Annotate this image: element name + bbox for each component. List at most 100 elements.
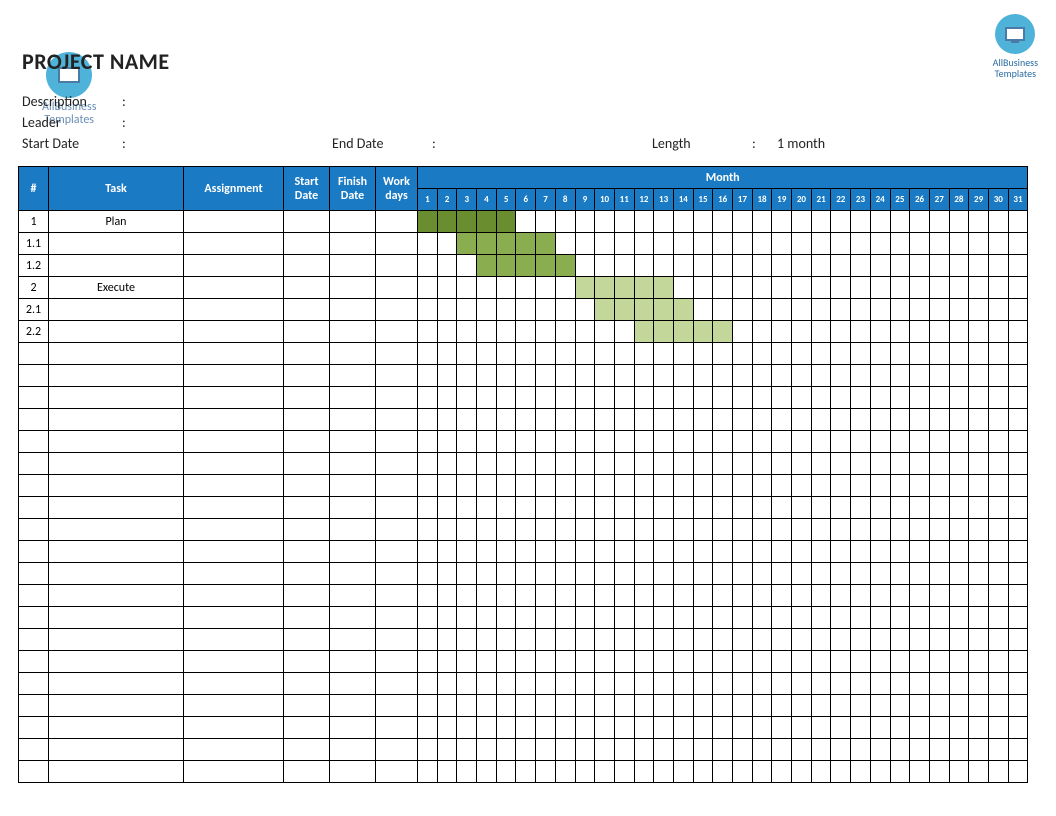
gantt-cell[interactable] <box>673 607 693 629</box>
gantt-cell[interactable] <box>733 343 753 365</box>
gantt-cell[interactable] <box>831 233 851 255</box>
gantt-cell[interactable] <box>988 211 1008 233</box>
gantt-cell[interactable] <box>851 233 871 255</box>
cell-work-days[interactable] <box>376 717 418 739</box>
gantt-cell[interactable] <box>910 673 930 695</box>
cell-num[interactable] <box>19 541 49 563</box>
gantt-cell[interactable] <box>929 321 949 343</box>
cell-num[interactable] <box>19 387 49 409</box>
gantt-cell[interactable] <box>457 343 477 365</box>
gantt-cell[interactable] <box>890 541 910 563</box>
gantt-cell[interactable] <box>733 475 753 497</box>
gantt-cell[interactable] <box>555 409 575 431</box>
gantt-cell[interactable] <box>752 519 772 541</box>
gantt-cell[interactable] <box>929 255 949 277</box>
gantt-cell[interactable] <box>969 431 989 453</box>
gantt-cell[interactable] <box>496 607 516 629</box>
cell-start-date[interactable] <box>284 277 330 299</box>
gantt-cell[interactable] <box>555 673 575 695</box>
gantt-cell[interactable] <box>634 233 654 255</box>
gantt-cell[interactable] <box>536 321 556 343</box>
gantt-cell[interactable] <box>673 277 693 299</box>
cell-start-date[interactable] <box>284 299 330 321</box>
gantt-cell[interactable] <box>851 541 871 563</box>
gantt-cell[interactable] <box>418 739 438 761</box>
gantt-cell[interactable] <box>811 607 831 629</box>
gantt-cell[interactable] <box>673 255 693 277</box>
gantt-cell[interactable] <box>811 695 831 717</box>
gantt-cell[interactable] <box>851 255 871 277</box>
gantt-cell[interactable] <box>457 585 477 607</box>
cell-num[interactable]: 2 <box>19 277 49 299</box>
gantt-cell[interactable] <box>733 233 753 255</box>
gantt-cell[interactable] <box>457 497 477 519</box>
cell-work-days[interactable] <box>376 343 418 365</box>
gantt-cell[interactable] <box>634 277 654 299</box>
gantt-cell[interactable] <box>772 211 792 233</box>
gantt-cell[interactable] <box>949 453 969 475</box>
cell-start-date[interactable] <box>284 453 330 475</box>
cell-work-days[interactable] <box>376 453 418 475</box>
gantt-cell[interactable] <box>969 739 989 761</box>
gantt-cell[interactable] <box>713 761 733 783</box>
gantt-cell[interactable] <box>693 607 713 629</box>
gantt-cell[interactable] <box>831 695 851 717</box>
gantt-cell[interactable] <box>910 233 930 255</box>
gantt-cell[interactable] <box>910 431 930 453</box>
cell-task[interactable] <box>49 365 184 387</box>
gantt-cell[interactable] <box>929 343 949 365</box>
gantt-cell[interactable] <box>772 277 792 299</box>
gantt-cell[interactable] <box>673 739 693 761</box>
gantt-cell[interactable] <box>949 365 969 387</box>
gantt-cell[interactable] <box>910 497 930 519</box>
gantt-cell[interactable] <box>811 321 831 343</box>
gantt-cell[interactable] <box>890 475 910 497</box>
cell-assignment[interactable] <box>184 519 284 541</box>
gantt-cell[interactable] <box>831 343 851 365</box>
gantt-cell[interactable] <box>536 453 556 475</box>
gantt-cell[interactable] <box>555 695 575 717</box>
gantt-cell[interactable] <box>792 299 812 321</box>
gantt-cell[interactable] <box>575 365 595 387</box>
gantt-cell[interactable] <box>516 761 536 783</box>
gantt-cell[interactable] <box>654 541 674 563</box>
cell-assignment[interactable] <box>184 211 284 233</box>
gantt-cell[interactable] <box>988 739 1008 761</box>
gantt-cell[interactable] <box>713 629 733 651</box>
gantt-cell[interactable] <box>851 563 871 585</box>
gantt-cell[interactable] <box>870 453 890 475</box>
cell-work-days[interactable] <box>376 651 418 673</box>
gantt-cell[interactable] <box>418 299 438 321</box>
gantt-cell[interactable] <box>851 409 871 431</box>
gantt-cell[interactable] <box>713 387 733 409</box>
gantt-cell[interactable] <box>890 585 910 607</box>
gantt-cell[interactable] <box>418 585 438 607</box>
gantt-cell[interactable] <box>614 497 634 519</box>
cell-task[interactable] <box>49 629 184 651</box>
gantt-cell[interactable] <box>890 431 910 453</box>
gantt-cell[interactable] <box>831 519 851 541</box>
cell-num[interactable]: 1.2 <box>19 255 49 277</box>
gantt-cell[interactable] <box>851 739 871 761</box>
gantt-cell[interactable] <box>555 233 575 255</box>
gantt-cell[interactable] <box>496 673 516 695</box>
gantt-cell[interactable] <box>988 321 1008 343</box>
gantt-cell[interactable] <box>693 585 713 607</box>
gantt-cell[interactable] <box>654 563 674 585</box>
gantt-cell[interactable] <box>418 695 438 717</box>
gantt-cell[interactable] <box>752 717 772 739</box>
gantt-cell[interactable] <box>614 453 634 475</box>
gantt-cell[interactable] <box>851 453 871 475</box>
gantt-cell[interactable] <box>477 365 497 387</box>
gantt-cell[interactable] <box>634 321 654 343</box>
gantt-cell[interactable] <box>457 541 477 563</box>
gantt-cell[interactable] <box>1008 299 1028 321</box>
gantt-cell[interactable] <box>654 761 674 783</box>
cell-work-days[interactable] <box>376 497 418 519</box>
gantt-cell[interactable] <box>713 211 733 233</box>
gantt-cell[interactable] <box>811 519 831 541</box>
gantt-cell[interactable] <box>870 233 890 255</box>
gantt-cell[interactable] <box>772 585 792 607</box>
gantt-cell[interactable] <box>870 519 890 541</box>
gantt-cell[interactable] <box>595 233 615 255</box>
